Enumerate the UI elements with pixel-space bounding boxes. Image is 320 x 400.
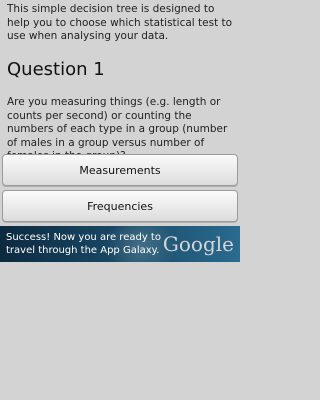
intro-text: This simple decision tree is designed to… [7,3,233,42]
google-logo: Google [162,232,234,256]
question-title: Question 1 [7,59,105,80]
ad-banner[interactable]: Success! Now you are ready to travel thr… [0,226,240,262]
ad-text: Success! Now you are ready to travel thr… [6,232,161,256]
measurements-button[interactable]: Measurements [2,154,238,186]
frequencies-button[interactable]: Frequencies [2,190,238,222]
